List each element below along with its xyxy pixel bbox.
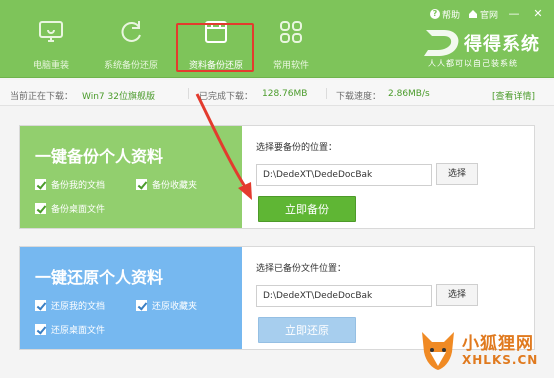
help-icon: ? — [429, 9, 440, 19]
brand-logo: 得得系统 人人都可以自己装系统 — [420, 26, 544, 78]
view-details-link[interactable]: [查看详情] — [492, 89, 535, 102]
apps-grid-icon — [280, 21, 302, 43]
official-site-label: 官网 — [479, 10, 498, 21]
backup-now-button[interactable]: 立即备份 — [258, 196, 356, 222]
watermark-en-text: XHLKS.CN — [462, 353, 539, 367]
tool-system-backup[interactable]: 系统备份还原 — [95, 18, 167, 74]
refresh-icon — [121, 21, 141, 42]
watermark-cn-text: 小狐狸网 — [462, 334, 534, 354]
restore-now-button[interactable]: 立即还原 — [258, 317, 356, 343]
tool-computer-reinstall[interactable]: 电脑重装 — [15, 18, 87, 74]
checkbox-label: 备份收藏夹 — [152, 181, 198, 191]
downloading-value: Win7 32位旗舰版 — [82, 92, 155, 102]
backup-documents-checkbox[interactable]: 备份我的文档 — [35, 178, 105, 191]
tool-label: 常用软件 — [272, 61, 309, 71]
logo-d-icon — [424, 30, 459, 56]
logo-main-text: 得得系统 — [464, 34, 540, 55]
download-status-bar: 当前正在下载： Win7 32位旗舰版 已完成下载： 128.76MB 下载速度… — [0, 80, 554, 106]
checkbox-label: 备份桌面文件 — [51, 205, 106, 215]
tool-label: 资料备份还原 — [188, 61, 243, 71]
tool-common-software[interactable]: 常用软件 — [255, 18, 327, 74]
restore-choose-button[interactable]: 选择 — [436, 284, 478, 306]
checkbox-checked — [35, 203, 46, 214]
checkbox-checked — [136, 300, 147, 311]
downloaded-value: 128.76MB — [262, 89, 308, 99]
logo-slogan: 人人都可以自己装系统 — [428, 59, 518, 68]
checkbox-label: 还原我的文档 — [51, 302, 106, 312]
window-topbar: ? 帮助 官网 — ✕ — [429, 6, 546, 22]
speed-value: 2.86MB/s — [388, 89, 430, 99]
restore-desktop-checkbox[interactable]: 还原桌面文件 — [35, 323, 105, 336]
backup-desktop-checkbox[interactable]: 备份桌面文件 — [35, 202, 105, 215]
restore-location-label: 选择已备份文件位置： — [256, 264, 347, 274]
speed-label: 下载速度： — [336, 92, 382, 102]
downloading-label: 当前正在下载： — [10, 92, 74, 102]
backup-title: 一键备份个人资料 — [35, 147, 164, 166]
home-icon — [468, 10, 477, 18]
help-link[interactable]: ? 帮助 — [429, 8, 460, 21]
folder-icon — [205, 21, 227, 43]
downloaded-label: 已完成下载： — [199, 92, 254, 102]
backup-options-area: 一键备份个人资料 备份我的文档 备份收藏夹 备份桌面文件 — [20, 126, 242, 228]
site-watermark: 小狐狸网 XHLKS.CN — [416, 326, 552, 376]
tool-data-backup[interactable]: 资料备份还原 — [180, 18, 252, 74]
close-button[interactable]: ✕ — [530, 8, 546, 20]
monitor-icon — [39, 21, 63, 42]
divider — [188, 88, 189, 99]
backup-favorites-checkbox[interactable]: 备份收藏夹 — [136, 178, 197, 191]
checkbox-label: 还原桌面文件 — [51, 326, 106, 336]
tool-label: 电脑重装 — [32, 61, 69, 71]
restore-documents-checkbox[interactable]: 还原我的文档 — [35, 299, 105, 312]
help-label: 帮助 — [441, 10, 460, 21]
checkbox-checked — [35, 300, 46, 311]
app-window: 电脑重装 系统备份还原 资料备份还原 常用软件 ? 帮助 官网 — ✕ 得得系统… — [0, 0, 554, 378]
restore-path-field[interactable]: D:\DedeXT\DedeDocBak — [256, 285, 432, 307]
fox-logo-icon — [422, 332, 454, 370]
restore-title: 一键还原个人资料 — [35, 268, 164, 287]
checkbox-checked — [35, 324, 46, 335]
checkbox-label: 备份我的文档 — [51, 181, 106, 191]
restore-favorites-checkbox[interactable]: 还原收藏夹 — [136, 299, 197, 312]
tool-label: 系统备份还原 — [103, 61, 158, 71]
checkbox-checked — [136, 179, 147, 190]
checkbox-checked — [35, 179, 46, 190]
backup-location-label: 选择要备份的位置： — [256, 143, 338, 153]
header-toolbar: 电脑重装 系统备份还原 资料备份还原 常用软件 ? 帮助 官网 — ✕ 得得系统… — [0, 0, 554, 78]
backup-panel: 一键备份个人资料 备份我的文档 备份收藏夹 备份桌面文件 选择要备份的位置： D… — [19, 125, 535, 229]
restore-options-area: 一键还原个人资料 还原我的文档 还原收藏夹 还原桌面文件 — [20, 247, 242, 349]
official-site-link[interactable]: 官网 — [468, 8, 498, 21]
divider — [326, 88, 327, 99]
checkbox-label: 还原收藏夹 — [152, 302, 198, 312]
minimize-button[interactable]: — — [506, 8, 522, 20]
backup-path-field[interactable]: D:\DedeXT\DedeDocBak — [256, 164, 432, 186]
backup-choose-button[interactable]: 选择 — [436, 163, 478, 185]
